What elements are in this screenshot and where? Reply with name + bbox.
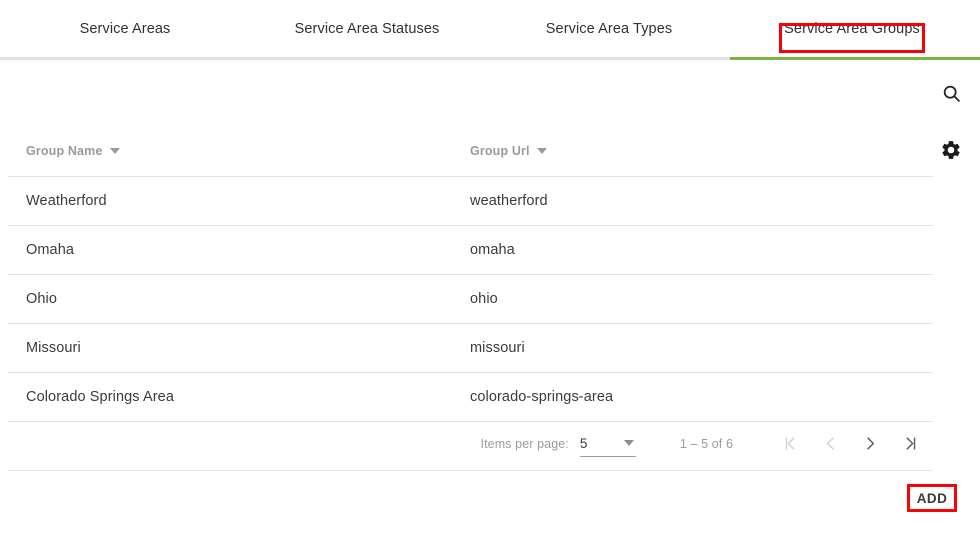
first-page-button[interactable] [773, 427, 807, 461]
tab-service-area-groups[interactable]: Service Area Groups [732, 0, 972, 57]
paginator: Items per page: 5 1 – 5 of 6 [8, 417, 933, 471]
column-header-group-url[interactable]: Group Url [463, 144, 903, 158]
cell-group-url: ohio [470, 291, 498, 307]
add-button[interactable]: ADD [907, 484, 957, 512]
next-page-button[interactable] [853, 427, 887, 461]
last-page-icon [906, 437, 915, 450]
settings-button[interactable] [936, 135, 966, 165]
table-row[interactable]: Colorado Springs Area colorado-springs-a… [8, 373, 933, 422]
tab-underline-track [0, 57, 730, 60]
table-row[interactable]: Missouri missouri [8, 324, 933, 373]
page-range-label: 1 – 5 of 6 [679, 436, 733, 451]
cell-group-name: Omaha [26, 242, 75, 258]
previous-page-icon [826, 437, 834, 450]
tab-label: Service Area Types [545, 20, 673, 37]
tab-label: Service Area Groups [784, 20, 920, 37]
table-row[interactable]: Weatherford weatherford [8, 177, 933, 226]
search-button[interactable] [936, 78, 966, 108]
column-header-label: Group Url [470, 144, 530, 158]
tab-label: Service Area Statuses [294, 20, 440, 37]
items-per-page-select[interactable]: 5 [579, 430, 636, 457]
tab-active-indicator [730, 57, 980, 60]
cell-group-name: Ohio [26, 291, 58, 307]
items-per-page-value: 5 [579, 435, 588, 451]
next-page-icon [866, 437, 874, 450]
tab-service-area-types[interactable]: Service Area Types [500, 0, 718, 57]
tab-service-area-statuses[interactable]: Service Area Statuses [248, 0, 486, 57]
cell-group-url: weatherford [470, 193, 548, 209]
cell-group-name: Missouri [26, 340, 81, 356]
cell-group-url: colorado-springs-area [470, 389, 614, 405]
column-header-group-name[interactable]: Group Name [8, 144, 463, 158]
tab-label: Service Areas [79, 20, 171, 37]
search-icon [943, 85, 960, 102]
cell-group-url: omaha [470, 242, 515, 258]
caret-down-icon [536, 148, 547, 154]
service-area-groups-table: Group Name Group Url Weatherford weather… [8, 126, 933, 422]
tab-bar: Service Areas Service Area Statuses Serv… [0, 0, 980, 60]
table-row[interactable]: Ohio ohio [8, 275, 933, 324]
table-row[interactable]: Omaha omaha [8, 226, 933, 275]
tab-service-areas[interactable]: Service Areas [36, 0, 214, 57]
cell-group-name: Weatherford [26, 193, 107, 209]
chevron-down-icon [623, 440, 634, 446]
previous-page-button[interactable] [813, 427, 847, 461]
add-button-label: ADD [916, 490, 948, 506]
items-per-page-label: Items per page: [480, 436, 569, 451]
table-header-row: Group Name Group Url [8, 126, 933, 177]
cell-group-name: Colorado Springs Area [26, 389, 174, 405]
first-page-icon [785, 437, 794, 450]
cell-group-url: missouri [470, 340, 525, 356]
last-page-button[interactable] [893, 427, 927, 461]
gear-icon [942, 141, 960, 159]
column-header-label: Group Name [26, 144, 103, 158]
caret-down-icon [109, 148, 120, 154]
